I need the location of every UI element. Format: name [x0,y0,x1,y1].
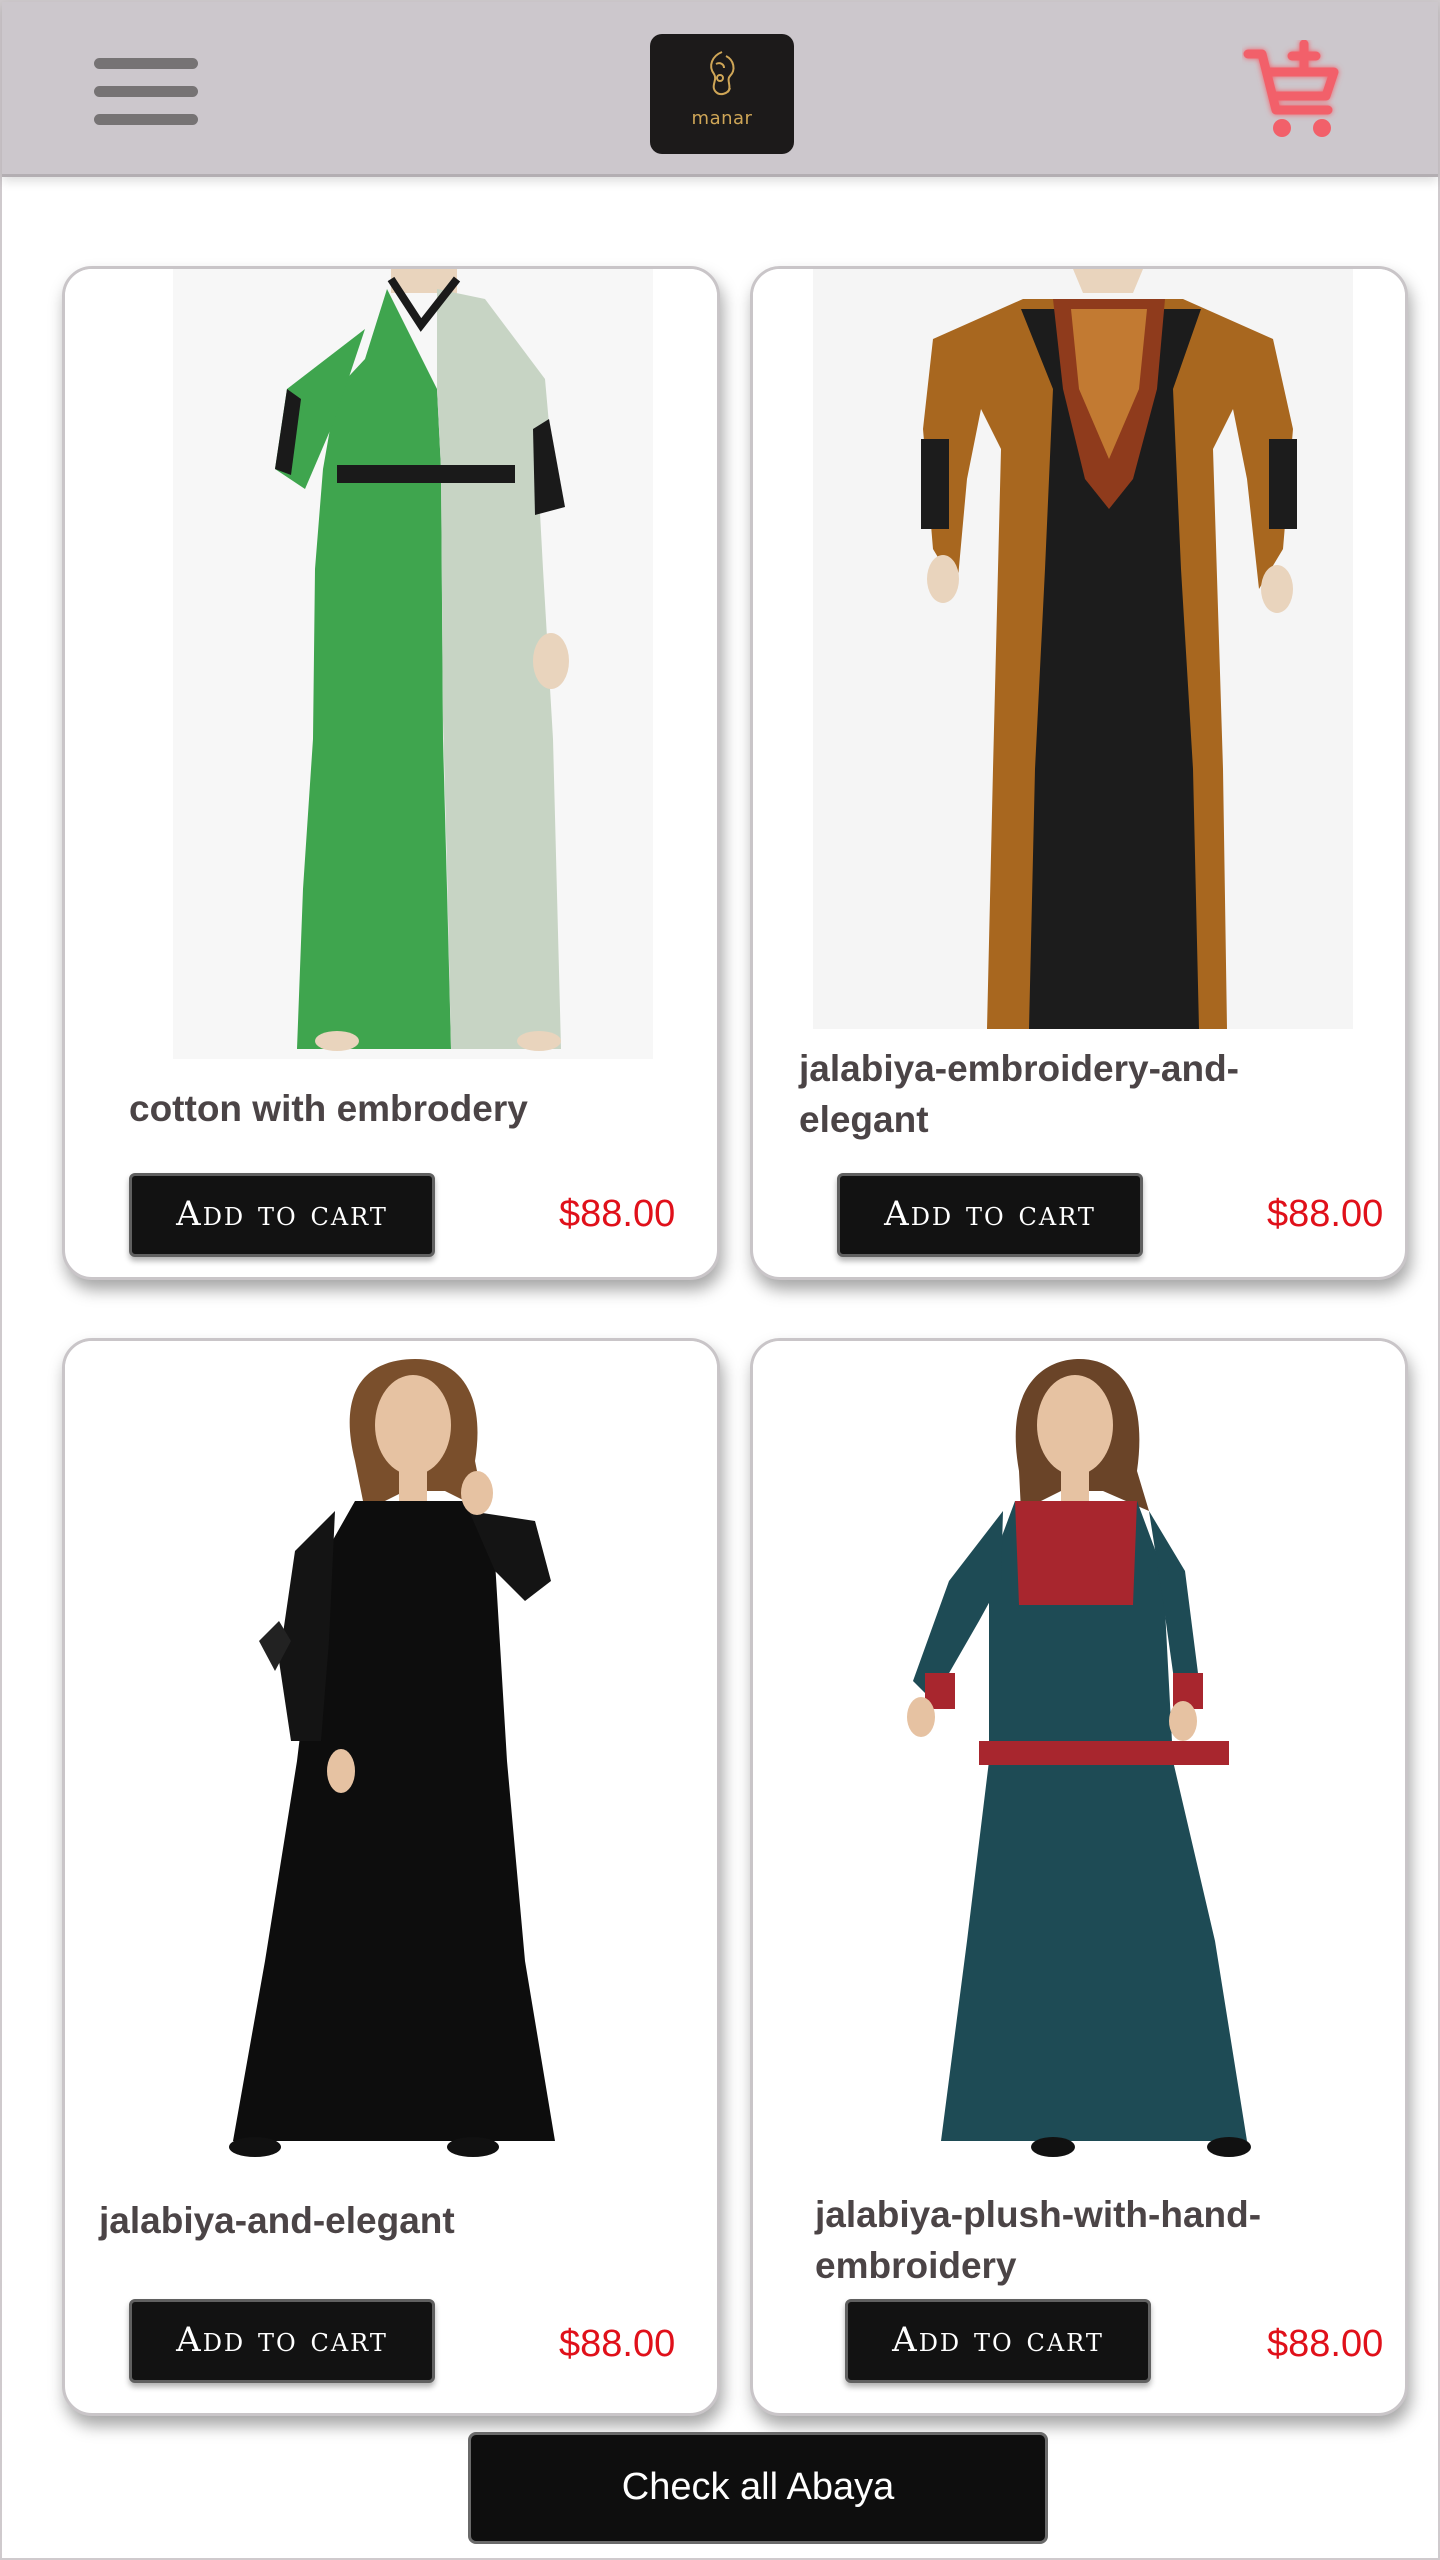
product-card: jalabiya-embroidery-and-elegant Add to c… [750,266,1408,1280]
product-title[interactable]: cotton with embrodery [129,1083,689,1134]
add-to-cart-button[interactable]: Add to cart [837,1173,1143,1257]
add-to-cart-button[interactable]: Add to cart [129,1173,435,1257]
add-to-cart-button[interactable]: Add to cart [845,2299,1151,2383]
product-card: jalabiya-plush-with-hand-embroidery Add … [750,1338,1408,2416]
product-title[interactable]: jalabiya-and-elegant [99,2195,679,2246]
hamburger-menu-icon[interactable] [90,54,198,130]
product-image[interactable] [753,1341,1405,2171]
brand-logo[interactable]: manar [650,34,794,154]
product-price: $88.00 [1267,1193,1384,1235]
logo-brand-text: manar [691,108,753,129]
add-to-cart-button[interactable]: Add to cart [129,2299,435,2383]
top-header: manar [2,2,1438,177]
product-card: jalabiya-and-elegant Add to cart $88.00 [62,1338,720,2416]
product-image[interactable] [65,1341,717,2171]
product-title[interactable]: jalabiya-embroidery-and-elegant [799,1043,1359,1145]
product-image[interactable] [753,269,1405,1029]
product-image[interactable] [65,269,717,1069]
logo-emblem-icon [710,51,735,96]
add-to-cart-icon[interactable] [1242,40,1352,148]
product-price: $88.00 [1267,2323,1384,2365]
product-card: cotton with embrodery Add to cart $88.00 [62,266,720,1280]
product-price: $88.00 [559,1193,676,1235]
product-price: $88.00 [559,2323,676,2365]
check-all-abaya-button[interactable]: Check all Abaya [468,2432,1048,2544]
product-title[interactable]: jalabiya-plush-with-hand-embroidery [815,2189,1375,2291]
